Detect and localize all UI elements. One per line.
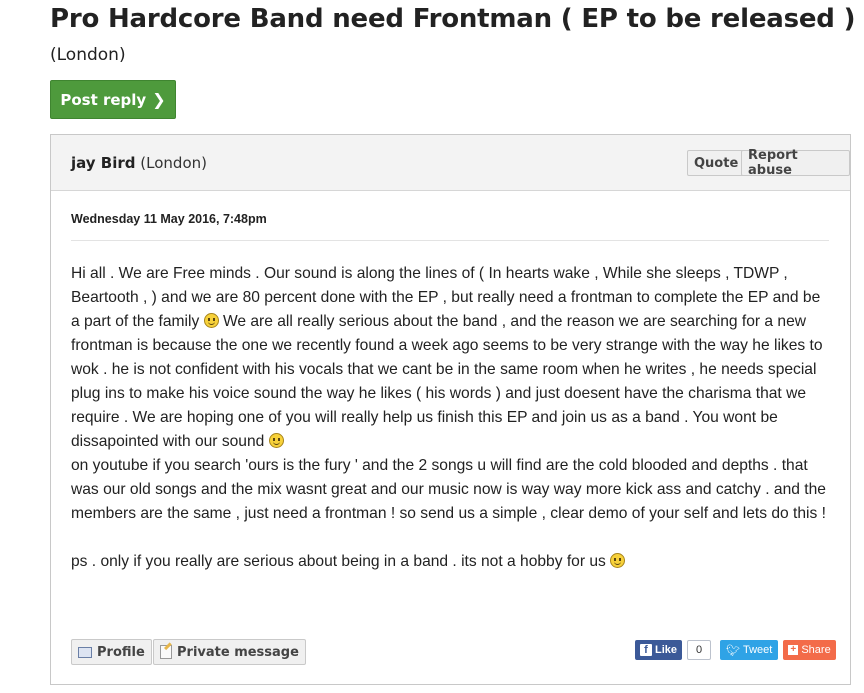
author-name[interactable]: jay Bird — [71, 154, 136, 172]
thread-location: (London) — [50, 45, 126, 65]
post-author: jay Bird (London) — [71, 154, 207, 172]
share-label: Share — [801, 644, 831, 656]
post-paragraph: ps . only if you really are serious abou… — [71, 550, 833, 574]
plus-share-icon: + — [788, 645, 799, 655]
tweet-label: Tweet — [742, 644, 773, 656]
author-location: (London) — [140, 154, 207, 172]
quote-button[interactable]: Quote — [687, 150, 746, 176]
smiley-icon — [268, 433, 284, 448]
post-paragraph: Hi all . We are Free minds . Our sound i… — [71, 262, 833, 526]
post-date: Wednesday 11 May 2016, 7:48pm — [71, 212, 267, 226]
post-text: on youtube if you search 'ours is the fu… — [71, 457, 826, 522]
smiley-icon — [610, 553, 626, 568]
thread-title: Pro Hardcore Band need Frontman ( EP to … — [50, 4, 856, 34]
profile-label: Profile — [97, 644, 145, 660]
post-body: Hi all . We are Free minds . Our sound i… — [71, 262, 833, 574]
post-text: We are all really serious about the band… — [71, 313, 823, 450]
post-header: jay Bird (London) Quote Report abuse — [51, 135, 850, 191]
smiley-icon — [203, 313, 219, 328]
share-bar: f Like 0 🐦︎ Tweet + Share — [635, 639, 836, 661]
chevron-right-icon: ❯ — [152, 90, 166, 109]
twitter-bird-icon: 🐦︎ — [726, 644, 740, 657]
post-card: jay Bird (London) Quote Report abuse Wed… — [50, 134, 851, 685]
facebook-like-button[interactable]: f Like — [635, 640, 683, 660]
like-label: Like — [655, 644, 678, 656]
like-count: 0 — [687, 640, 712, 660]
share-button[interactable]: + Share — [783, 640, 836, 660]
tweet-button[interactable]: 🐦︎ Tweet — [720, 640, 779, 660]
post-reply-button[interactable]: Post reply ❯ — [50, 80, 176, 119]
post-reply-label: Post reply — [60, 90, 147, 109]
private-message-button[interactable]: Private message — [153, 639, 306, 665]
profile-card-icon — [78, 646, 92, 658]
divider — [71, 240, 829, 241]
post-text: ps . only if you really are serious abou… — [71, 553, 611, 570]
facebook-icon: f — [640, 644, 652, 656]
profile-button[interactable]: Profile — [71, 639, 152, 665]
report-abuse-button[interactable]: Report abuse — [741, 148, 850, 178]
pencil-note-icon — [160, 645, 172, 659]
private-message-label: Private message — [177, 644, 299, 660]
